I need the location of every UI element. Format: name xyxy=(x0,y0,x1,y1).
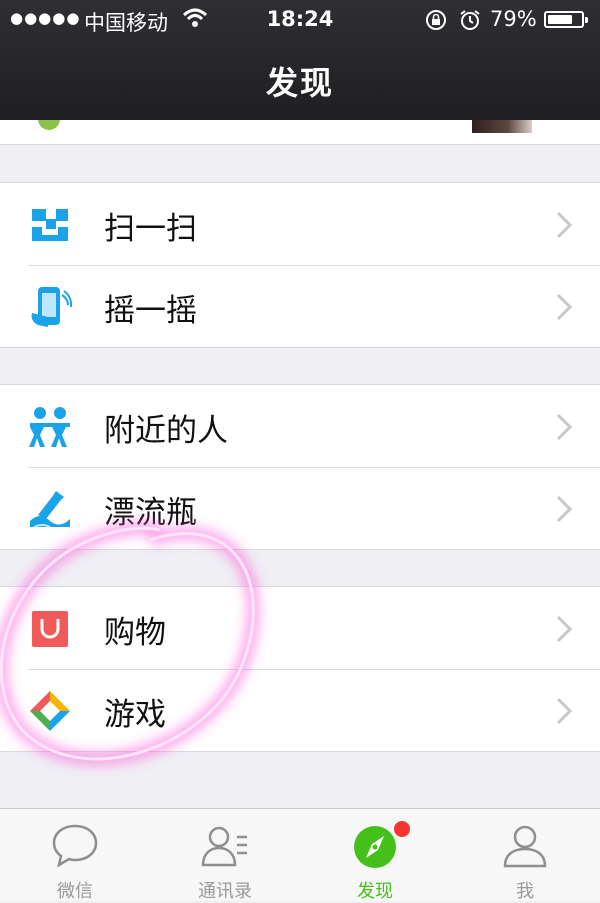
battery-percentage: 79% xyxy=(490,7,537,31)
chevron-right-icon xyxy=(556,495,573,523)
person-icon xyxy=(503,825,547,868)
top-bar: ●●●●● 中国移动 18:24 79% 发现 xyxy=(0,0,600,120)
menu-item-scan[interactable]: 扫一扫 xyxy=(0,183,600,265)
menu-item-label: 游戏 xyxy=(104,697,166,733)
battery-nub xyxy=(585,17,588,23)
rotation-lock-icon xyxy=(426,10,446,30)
shake-icon xyxy=(31,287,72,327)
drift-bottle-icon xyxy=(30,491,70,528)
moments-row-partial[interactable] xyxy=(0,120,600,145)
chevron-right-icon xyxy=(556,697,573,725)
chevron-right-icon xyxy=(556,615,573,643)
tab-label: 通讯录 xyxy=(198,881,252,902)
chevron-right-icon xyxy=(556,413,573,441)
moments-avatar-thumbnail xyxy=(472,120,532,133)
menu-item-label: 附近的人 xyxy=(104,413,228,449)
tab-label: 发现 xyxy=(357,881,393,902)
chevron-right-icon xyxy=(556,211,573,239)
chevron-right-icon xyxy=(556,293,573,321)
menu-item-label: 购物 xyxy=(104,615,166,651)
tab-label: 微信 xyxy=(57,881,93,902)
people-nearby-icon xyxy=(29,407,70,447)
chat-bubble-icon xyxy=(52,824,98,868)
menu-item-games[interactable]: 游戏 xyxy=(0,669,600,751)
contacts-icon xyxy=(201,826,247,867)
menu-group-nearby-bottle: 附近的人 漂流瓶 xyxy=(0,384,600,550)
alarm-icon xyxy=(460,10,480,30)
tab-chats[interactable]: 微信 xyxy=(0,809,150,902)
tab-me[interactable]: 我 xyxy=(450,809,600,902)
battery-icon xyxy=(544,11,588,28)
games-icon xyxy=(30,691,70,731)
shopping-bag-icon xyxy=(32,611,68,647)
menu-item-label: 扫一扫 xyxy=(104,211,197,247)
notification-badge xyxy=(392,819,412,839)
menu-item-label: 摇一摇 xyxy=(104,293,197,329)
menu-item-shopping[interactable]: 购物 xyxy=(0,587,600,669)
menu-item-shake[interactable]: 摇一摇 xyxy=(0,265,600,347)
battery-level-fill xyxy=(548,15,573,24)
moments-icon xyxy=(38,120,60,130)
menu-item-drift-bottle[interactable]: 漂流瓶 xyxy=(0,467,600,549)
menu-group-scan-shake: 扫一扫 摇一摇 xyxy=(0,182,600,348)
tab-label: 我 xyxy=(516,881,534,902)
tab-discover[interactable]: 发现 xyxy=(300,809,450,902)
menu-item-label: 漂流瓶 xyxy=(104,495,197,531)
status-bar: ●●●●● 中国移动 18:24 79% xyxy=(0,0,600,40)
scan-icon xyxy=(32,209,68,241)
menu-item-people-nearby[interactable]: 附近的人 xyxy=(0,385,600,467)
menu-group-shopping-games: 购物 游戏 xyxy=(0,586,600,752)
tab-contacts[interactable]: 通讯录 xyxy=(150,809,300,902)
tab-bar: 微信 通讯录 发现 我 xyxy=(0,808,600,902)
page-title: 发现 xyxy=(265,64,334,102)
